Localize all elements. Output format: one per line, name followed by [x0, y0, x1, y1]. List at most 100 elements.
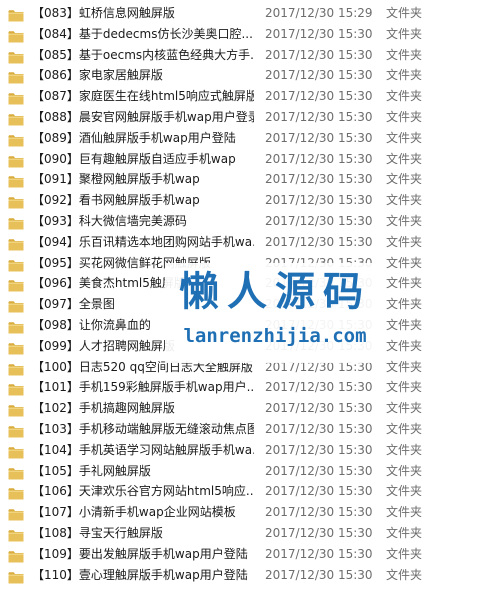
folder-icon	[8, 402, 24, 417]
file-name: 【090】巨有趣触屏版自适应手机wap	[32, 151, 236, 166]
file-type: 文件夹	[386, 26, 423, 41]
file-type: 文件夹	[386, 193, 423, 208]
folder-icon	[8, 236, 24, 251]
file-type: 文件夹	[386, 318, 423, 332]
folder-icon	[8, 153, 24, 168]
file-row[interactable]: 【104】手机英语学习网站触屏版手机wa... 2017/12/30 15:30 文…	[0, 441, 500, 461]
file-date: 2017/12/30 15:30	[265, 110, 373, 124]
folder-icon	[8, 90, 24, 105]
file-row[interactable]: 【090】巨有趣触屏版自适应手机wap 2017/12/30 15:30 文件夹	[0, 150, 500, 170]
file-name: 【092】看书网触屏版手机wap	[32, 193, 200, 208]
file-row[interactable]: 【093】科大微信墙完美源码 2017/12/30 15:30 文件夹	[0, 212, 500, 232]
file-type: 文件夹	[386, 401, 423, 416]
folder-icon	[8, 49, 24, 64]
file-type: 文件夹	[386, 463, 423, 478]
file-name: 【109】要出发触屏版手机wap用户登陆	[32, 546, 248, 561]
file-date: 2017/12/30 15:30	[265, 151, 373, 166]
file-name: 【110】壹心理触屏版手机wap用户登陆	[32, 567, 248, 582]
folder-icon	[8, 69, 24, 84]
file-name: 【085】基于oecms内核蓝色经典大方手...	[32, 47, 254, 62]
file-row[interactable]: 【110】壹心理触屏版手机wap用户登陆 2017/12/30 15:30 文件夹	[0, 566, 500, 586]
file-date: 2017/12/30 15:30	[265, 526, 373, 540]
file-row[interactable]: 【108】寻宝天行触屏版 2017/12/30 15:30 文件夹	[0, 524, 500, 544]
file-row[interactable]: 【092】看书网触屏版手机wap 2017/12/30 15:30 文件夹	[0, 191, 500, 211]
folder-icon	[8, 277, 24, 292]
folder-icon	[8, 444, 24, 459]
folder-icon	[8, 506, 24, 521]
file-row[interactable]: 【106】天津欢乐谷官方网站html5响应... 2017/12/30 15:30…	[0, 482, 500, 502]
file-row[interactable]: 【086】家电家居触屏版 2017/12/30 15:30 文件夹	[0, 66, 500, 86]
folder-icon	[8, 340, 24, 355]
file-name: 【105】手礼网触屏版	[32, 463, 151, 478]
watermark-url: lanrenzhijia.com	[183, 325, 367, 347]
file-date: 2017/12/30 15:30	[265, 89, 373, 104]
file-name: 【104】手机英语学习网站触屏版手机wa...	[32, 442, 254, 457]
file-name: 【107】小清新手机wap企业网站模板	[32, 505, 236, 520]
folder-icon	[8, 111, 24, 126]
file-date: 2017/12/30 15:30	[265, 234, 373, 249]
file-row[interactable]: 【101】手机159彩触屏版手机wap用户... 2017/12/30 15:30…	[0, 378, 500, 398]
file-row[interactable]: 【094】乐百讯精选本地团购网站手机wa... 2017/12/30 15:30 文…	[0, 233, 500, 253]
file-row[interactable]: 【088】晨安官网触屏版手机wap用户登录 2017/12/30 15:30 文件夹	[0, 108, 500, 128]
file-type: 文件夹	[386, 110, 423, 124]
file-name: 【091】聚橙网触屏版手机wap	[32, 172, 200, 187]
folder-icon	[8, 569, 24, 584]
file-row[interactable]: 【107】小清新手机wap企业网站模板 2017/12/30 15:30 文件夹	[0, 503, 500, 523]
file-type: 文件夹	[386, 276, 423, 291]
file-row[interactable]: 【087】家庭医生在线html5响应式触屏版 2017/12/30 15:30 文件…	[0, 87, 500, 107]
file-name: 【108】寻宝天行触屏版	[32, 526, 163, 540]
file-name: 【083】虹桥信息网触屏版	[32, 6, 175, 20]
file-type: 文件夹	[386, 6, 423, 20]
file-type: 文件夹	[386, 214, 423, 228]
file-date: 2017/12/30 15:30	[265, 172, 373, 187]
file-date: 2017/12/30 15:30	[265, 442, 373, 457]
file-name: 【101】手机159彩触屏版手机wap用户...	[32, 380, 254, 395]
file-row[interactable]: 【085】基于oecms内核蓝色经典大方手... 2017/12/30 15:30…	[0, 46, 500, 66]
file-name: 【087】家庭医生在线html5响应式触屏版	[32, 89, 254, 104]
file-row[interactable]: 【105】手礼网触屏版 2017/12/30 15:30 文件夹	[0, 462, 500, 482]
folder-icon	[8, 485, 24, 500]
watermark-title: 懒人源码	[179, 269, 371, 315]
folder-icon	[8, 465, 24, 480]
folder-icon	[8, 527, 24, 542]
file-name: 【084】基于dedecms仿长沙美奥口腔...	[32, 26, 253, 41]
watermark-logo: 懒人源码 lanrenzhijia.com	[165, 263, 385, 363]
folder-icon	[8, 423, 24, 438]
folder-icon	[8, 215, 24, 230]
file-name: 【086】家电家居触屏版	[32, 68, 163, 83]
file-date: 2017/12/30 15:30	[265, 463, 373, 478]
file-type: 文件夹	[386, 505, 423, 520]
folder-icon	[8, 361, 24, 376]
file-date: 2017/12/30 15:30	[265, 26, 373, 41]
file-date: 2017/12/30 15:30	[265, 68, 373, 83]
file-name: 【106】天津欢乐谷官方网站html5响应...	[32, 484, 254, 499]
file-type: 文件夹	[386, 567, 423, 582]
file-type: 文件夹	[386, 546, 423, 561]
folder-icon	[8, 298, 24, 313]
file-type: 文件夹	[386, 526, 423, 540]
file-row[interactable]: 【084】基于dedecms仿长沙美奥口腔... 2017/12/30 15:30…	[0, 25, 500, 45]
folder-icon	[8, 132, 24, 147]
file-type: 文件夹	[386, 234, 423, 249]
file-row[interactable]: 【091】聚橙网触屏版手机wap 2017/12/30 15:30 文件夹	[0, 170, 500, 190]
file-row[interactable]: 【109】要出发触屏版手机wap用户登陆 2017/12/30 15:30 文件夹	[0, 545, 500, 565]
file-type: 文件夹	[386, 338, 423, 353]
file-type: 文件夹	[386, 359, 423, 374]
file-type: 文件夹	[386, 422, 423, 436]
file-date: 2017/12/30 15:30	[265, 546, 373, 561]
folder-icon	[8, 319, 24, 334]
file-row[interactable]: 【089】酒仙触屏版手机wap用户登陆 2017/12/30 15:30 文件夹	[0, 129, 500, 149]
file-name: 【088】晨安官网触屏版手机wap用户登录	[32, 110, 254, 124]
file-date: 2017/12/30 15:29	[265, 6, 373, 20]
file-name: 【093】科大微信墙完美源码	[32, 214, 187, 228]
file-row[interactable]: 【083】虹桥信息网触屏版 2017/12/30 15:29 文件夹	[0, 4, 500, 24]
file-date: 2017/12/30 15:30	[265, 193, 373, 208]
file-date: 2017/12/30 15:30	[265, 47, 373, 62]
file-row[interactable]: 【103】手机移动端触屏版无缝滚动焦点图 2017/12/30 15:30 文件夹	[0, 420, 500, 440]
file-date: 2017/12/30 15:30	[265, 422, 373, 436]
file-type: 文件夹	[386, 47, 423, 62]
file-name: 【094】乐百讯精选本地团购网站手机wa...	[32, 234, 254, 249]
file-date: 2017/12/30 15:30	[265, 484, 373, 499]
file-row[interactable]: 【102】手机搞趣网触屏版 2017/12/30 15:30 文件夹	[0, 399, 500, 419]
folder-icon	[8, 173, 24, 188]
